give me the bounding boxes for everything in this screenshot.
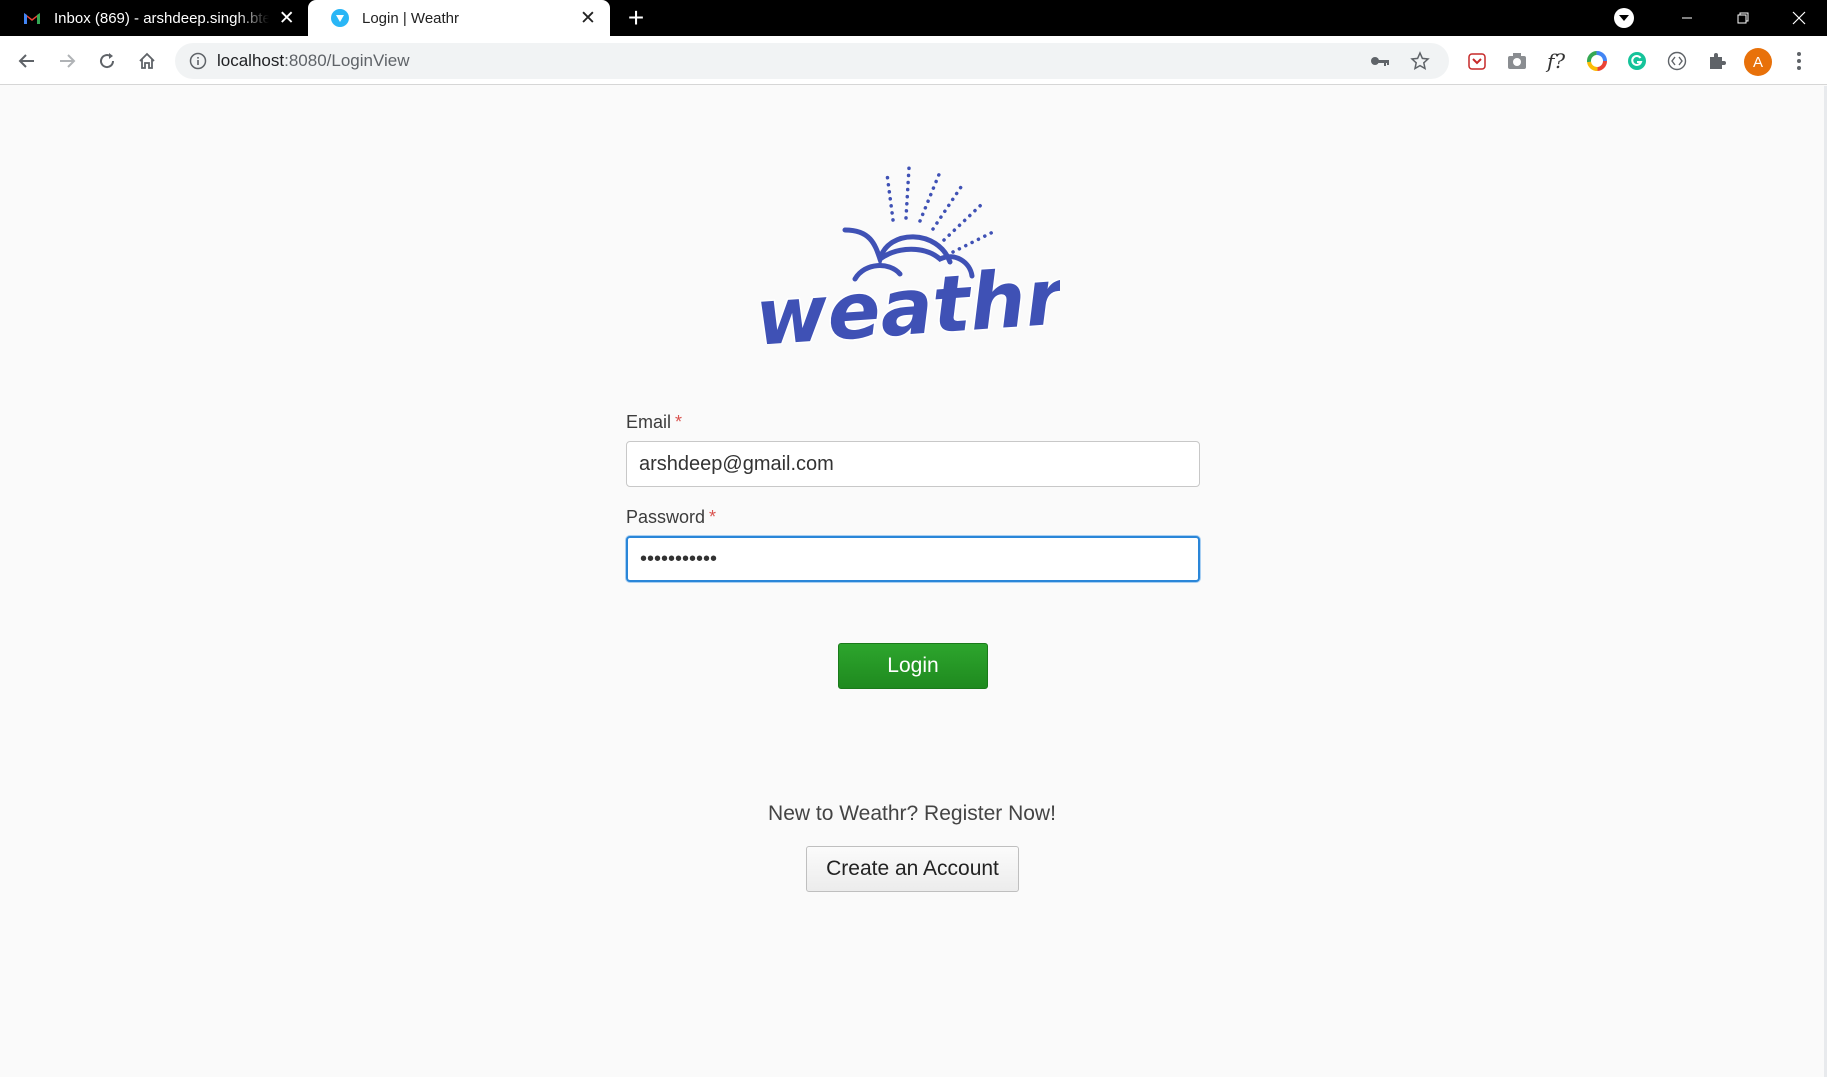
menu-kebab-icon[interactable] [1786, 48, 1812, 74]
required-marker: * [709, 507, 717, 527]
close-icon[interactable]: ✕ [578, 8, 598, 29]
color-picker-extension-icon[interactable] [1584, 48, 1610, 74]
tab-title: Inbox (869) - arshdeep.singh.btech [54, 9, 270, 27]
password-group: Password * [626, 507, 1200, 582]
register-prompt: New to Weathr? Register Now! [768, 802, 1056, 825]
tab-strip: Inbox (869) - arshdeep.singh.btech ✕ Log… [0, 0, 1827, 36]
close-window-icon[interactable] [1771, 0, 1827, 36]
forward-icon[interactable] [53, 47, 81, 75]
login-form: Email* Password* [626, 412, 1200, 582]
login-button[interactable]: Login [838, 643, 988, 689]
tab-search-icon[interactable] [1614, 8, 1634, 28]
email-field[interactable] [626, 441, 1200, 487]
required-marker: * [675, 412, 683, 432]
new-tab-button[interactable]: + [622, 4, 650, 32]
grammarly-extension-icon[interactable] [1624, 48, 1650, 74]
tab-title: Login | Weathr [362, 9, 460, 27]
tab-gmail[interactable]: Inbox (869) - arshdeep.singh.btech ✕ [0, 0, 308, 36]
formula-extension-icon[interactable]: f? [1543, 48, 1569, 74]
pocket-extension-icon[interactable] [1464, 48, 1490, 74]
home-icon[interactable] [133, 47, 161, 75]
password-field[interactable] [626, 536, 1200, 582]
profile-avatar[interactable]: A [1744, 48, 1772, 76]
star-icon[interactable] [1409, 50, 1431, 72]
reload-icon[interactable] [93, 47, 121, 75]
window-controls [1659, 0, 1827, 36]
close-icon[interactable]: ✕ [277, 8, 296, 29]
code-extension-icon[interactable] [1664, 48, 1690, 74]
create-account-button[interactable]: Create an Account [806, 846, 1019, 892]
extensions-puzzle-icon[interactable] [1704, 48, 1730, 74]
site-info-icon[interactable] [189, 52, 207, 70]
weathr-logo: weathr [760, 166, 1060, 344]
email-label: Email * [626, 412, 683, 432]
minimize-icon[interactable] [1659, 0, 1715, 36]
back-icon[interactable] [13, 47, 41, 75]
key-icon[interactable] [1369, 50, 1391, 72]
browser-toolbar: localhost:8080/LoginView f? A [0, 36, 1827, 85]
password-label: Password * [626, 507, 717, 527]
gmail-icon [24, 13, 40, 24]
camera-extension-icon[interactable] [1504, 48, 1530, 74]
weathr-favicon [331, 9, 349, 27]
restore-icon[interactable] [1715, 0, 1771, 36]
address-bar[interactable]: localhost:8080/LoginView [175, 43, 1449, 79]
login-page: weathr Email* Password* Login New to Wea… [0, 86, 1824, 1077]
tab-weathr[interactable]: Login | Weathr ✕ [308, 0, 610, 36]
url-text: localhost:8080/LoginView [217, 51, 410, 70]
email-group: Email * [626, 412, 1200, 487]
logo-wordmark: weathr [760, 252, 1060, 344]
